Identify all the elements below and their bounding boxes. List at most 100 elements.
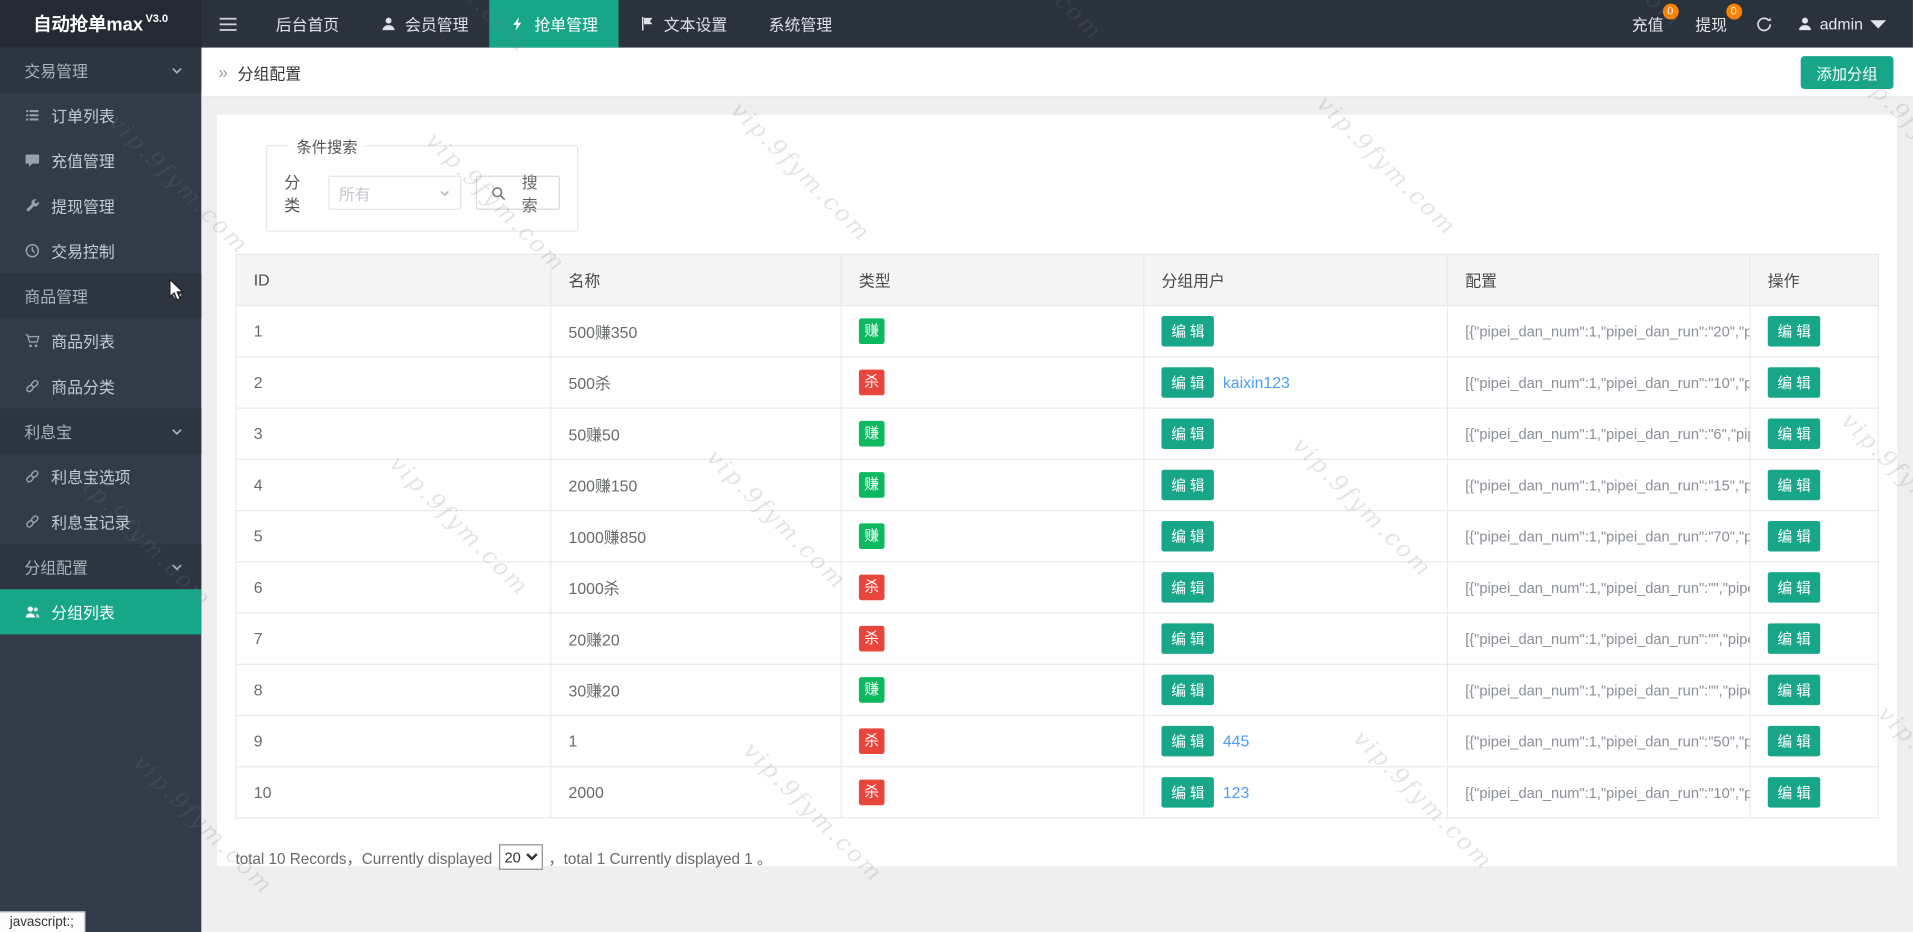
row-edit-button[interactable]: 编 辑: [1768, 623, 1821, 654]
topnav-item-label: 抢单管理: [534, 12, 597, 35]
cell-name: 1000赚850: [551, 511, 841, 562]
sidebar-section-interest-treasure[interactable]: 利息宝: [0, 409, 201, 454]
admin-menu[interactable]: admin: [1784, 15, 1898, 33]
sidebar-item-order-list[interactable]: 订单列表: [0, 93, 201, 138]
cell-actions: 编 辑: [1750, 613, 1878, 664]
chevron-down-icon: [171, 64, 183, 76]
content-card: 条件搜索 分类 所有 搜 索: [217, 115, 1897, 867]
column-header-type: 类型: [841, 254, 1144, 305]
topnav-item-system[interactable]: 系统管理: [748, 0, 853, 48]
type-badge: 杀: [859, 370, 885, 396]
sidebar-section-group-config[interactable]: 分组配置: [0, 544, 201, 589]
row-edit-button[interactable]: 编 辑: [1768, 726, 1821, 757]
group-users-edit-button[interactable]: 编 辑: [1161, 777, 1214, 808]
admin-username: admin: [1820, 15, 1863, 33]
group-user-link[interactable]: kaixin123: [1223, 373, 1290, 391]
sidebar-item-trade-control[interactable]: 交易控制: [0, 228, 201, 273]
cell-id: 4: [236, 459, 551, 510]
search-button[interactable]: 搜 索: [476, 176, 560, 210]
cell-name: 20赚20: [551, 613, 841, 664]
search-row: 分类 所有 搜 索: [284, 170, 560, 216]
group-user-link[interactable]: 445: [1223, 732, 1249, 750]
sidebar-section-trade-management[interactable]: 交易管理: [0, 48, 201, 93]
chevron-down-icon: [171, 561, 183, 573]
breadcrumb-icon: »: [218, 62, 228, 82]
type-badge: 赚: [859, 318, 885, 344]
topnav-item-members[interactable]: 会员管理: [360, 0, 489, 48]
withdraw-button[interactable]: 提现 0: [1679, 0, 1742, 48]
group-users-edit-button[interactable]: 编 辑: [1161, 726, 1214, 757]
chevron-down-icon: [171, 290, 183, 302]
page-title: 分组配置: [238, 60, 301, 83]
table-row: 91杀编 辑445[{"pipei_dan_num":1,"pipei_dan_…: [236, 716, 1878, 767]
sidebar-item-label: 提现管理: [51, 194, 114, 217]
group-users-edit-button[interactable]: 编 辑: [1161, 470, 1214, 501]
add-group-button[interactable]: 添加分组: [1801, 56, 1894, 89]
topnav-right: 充值 0 提现 0 admin: [1616, 0, 1913, 48]
sidebar-toggle-icon[interactable]: [201, 0, 255, 48]
topnav-item-text-settings[interactable]: 文本设置: [619, 0, 748, 48]
group-users-edit-button[interactable]: 编 辑: [1161, 623, 1214, 654]
groups-table: ID名称类型分组用户配置操作 1500赚350赚编 辑[{"pipei_dan_…: [235, 254, 1878, 819]
sidebar-item-group-list[interactable]: 分组列表: [0, 589, 201, 634]
table-row: 51000赚850赚编 辑[{"pipei_dan_num":1,"pipei_…: [236, 511, 1878, 562]
row-edit-button[interactable]: 编 辑: [1768, 316, 1821, 347]
cell-config: [{"pipei_dan_num":1,"pipei_dan_run":"10"…: [1448, 357, 1751, 408]
sidebar-section-label: 交易管理: [24, 59, 87, 82]
row-edit-button[interactable]: 编 辑: [1768, 572, 1821, 603]
group-users-edit-button[interactable]: 编 辑: [1161, 572, 1214, 603]
cell-group-users: 编 辑: [1144, 459, 1448, 510]
group-users-edit-button[interactable]: 编 辑: [1161, 521, 1214, 552]
row-edit-button[interactable]: 编 辑: [1768, 470, 1821, 501]
cell-name: 500杀: [551, 357, 841, 408]
sidebar-item-recharge-management[interactable]: 充值管理: [0, 138, 201, 183]
group-users-edit-button[interactable]: 编 辑: [1161, 418, 1214, 449]
column-header-group-users: 分组用户: [1144, 254, 1448, 305]
cell-type: 杀: [841, 613, 1144, 664]
sidebar-section-goods-management[interactable]: 商品管理: [0, 273, 201, 318]
group-users-edit-button[interactable]: 编 辑: [1161, 316, 1214, 347]
row-edit-button[interactable]: 编 辑: [1768, 521, 1821, 552]
withdraw-label: 提现: [1695, 12, 1727, 35]
page-size-select[interactable]: 20: [498, 844, 542, 870]
sidebar-item-goods-category[interactable]: 商品分类: [0, 364, 201, 409]
topnav-item-label: 后台首页: [276, 12, 339, 35]
sidebar-item-goods-list[interactable]: 商品列表: [0, 318, 201, 363]
cell-type: 赚: [841, 664, 1144, 715]
row-edit-button[interactable]: 编 辑: [1768, 675, 1821, 706]
type-badge: 杀: [859, 626, 885, 652]
cell-type: 杀: [841, 562, 1144, 613]
cell-group-users: 编 辑: [1144, 562, 1448, 613]
cell-group-users: 编 辑: [1144, 511, 1448, 562]
category-select[interactable]: 所有: [328, 176, 462, 210]
topnav-item-order-grab[interactable]: 抢单管理: [489, 0, 618, 48]
refresh-icon[interactable]: [1743, 15, 1784, 32]
row-edit-button[interactable]: 编 辑: [1768, 777, 1821, 808]
table-row: 2500杀杀编 辑kaixin123[{"pipei_dan_num":1,"p…: [236, 357, 1878, 408]
group-users-edit-button[interactable]: 编 辑: [1161, 367, 1214, 398]
search-panel: 条件搜索 分类 所有 搜 索: [266, 134, 578, 232]
topnav-item-label: 文本设置: [664, 12, 727, 35]
group-user-link[interactable]: 123: [1223, 783, 1249, 801]
row-edit-button[interactable]: 编 辑: [1768, 418, 1821, 449]
pagination-text-before: total 10 Records，Currently displayed: [235, 845, 492, 868]
cart-icon: [24, 333, 40, 349]
topnav-item-home[interactable]: 后台首页: [255, 0, 360, 48]
sidebar-item-label: 交易控制: [51, 239, 114, 262]
cell-id: 1: [236, 306, 551, 357]
sidebar-item-interest-options[interactable]: 利息宝选项: [0, 454, 201, 499]
cell-actions: 编 辑: [1750, 459, 1878, 510]
recharge-button[interactable]: 充值 0: [1616, 0, 1679, 48]
sidebar-item-interest-records[interactable]: 利息宝记录: [0, 499, 201, 544]
sidebar-item-label: 商品分类: [51, 375, 114, 398]
table-body: 1500赚350赚编 辑[{"pipei_dan_num":1,"pipei_d…: [236, 306, 1878, 818]
cell-group-users: 编 辑: [1144, 613, 1448, 664]
group-users-edit-button[interactable]: 编 辑: [1161, 675, 1214, 706]
pagination-text-after: ，total 1 Currently displayed 1 。: [548, 845, 772, 868]
row-edit-button[interactable]: 编 辑: [1768, 367, 1821, 398]
breadcrumb-bar: » 分组配置 添加分组: [201, 48, 1913, 98]
cell-group-users: 编 辑 123: [1144, 767, 1448, 818]
column-header-name: 名称: [551, 254, 841, 305]
sidebar-item-withdraw-management[interactable]: 提现管理: [0, 183, 201, 228]
cell-actions: 编 辑: [1750, 716, 1878, 767]
